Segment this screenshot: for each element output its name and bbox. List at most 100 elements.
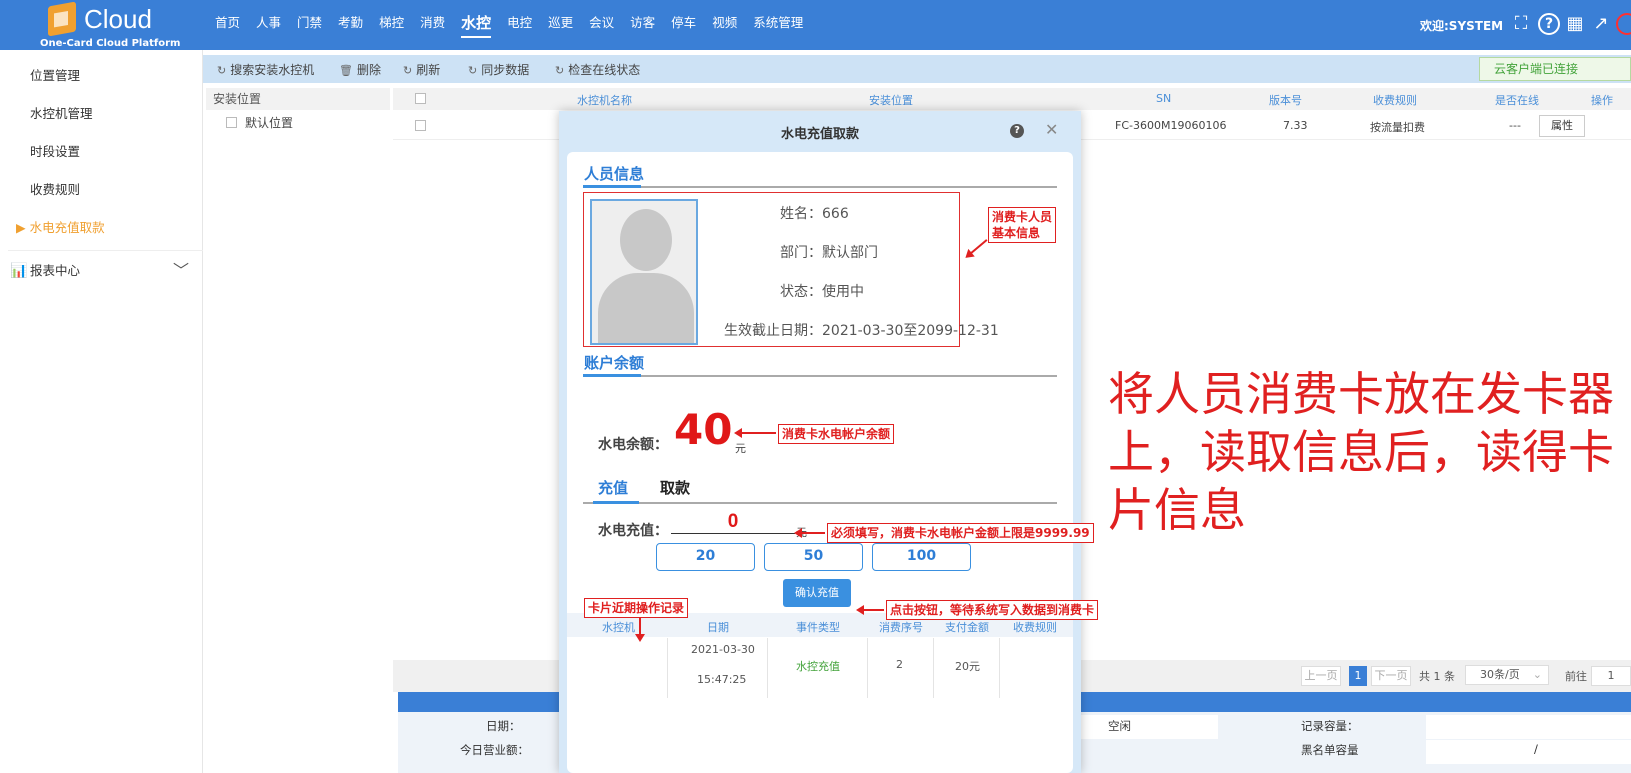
sidebar-item-fee-rules[interactable]: 收费规则 xyxy=(30,179,80,198)
chevron-down-icon: ⌄ xyxy=(1532,668,1542,681)
check-online-button[interactable]: ↻ 检查在线状态 xyxy=(555,61,640,78)
tab-withdraw[interactable]: 取款 xyxy=(660,477,690,498)
tab-recharge[interactable]: 充值 xyxy=(598,477,628,498)
nav-consume[interactable]: 消费 xyxy=(412,0,453,50)
location-tree: 安装位置 默认位置 xyxy=(206,88,390,773)
rec-col-amount: 支付金额 xyxy=(945,621,989,634)
row-checkbox[interactable] xyxy=(415,120,426,131)
person-name: 姓名：666 xyxy=(780,206,849,222)
help-icon[interactable]: ? xyxy=(1010,124,1024,138)
col-online: 是否在线 xyxy=(1495,94,1539,107)
revenue-label: 今日营业额： xyxy=(460,743,529,757)
person-status: 状态：使用中 xyxy=(780,284,864,300)
total-count: 共 1 条 xyxy=(1419,670,1455,683)
quick-amount-50-button[interactable]: 50 xyxy=(764,543,863,571)
logo-subtitle: One-Card Cloud Platform xyxy=(40,38,181,49)
annotation-person-info: 消费卡人员 基本信息 xyxy=(988,207,1057,243)
main-nav: 首页 人事 门禁 考勤 梯控 消费 水控 电控 巡更 会议 访客 停车 视频 系… xyxy=(207,0,811,50)
confirm-recharge-button[interactable]: 确认充值 xyxy=(783,579,851,607)
rec-time: 15:47:25 xyxy=(697,673,747,686)
rec-col-rule: 收费规则 xyxy=(1013,621,1057,634)
nav-system[interactable]: 系统管理 xyxy=(745,0,811,50)
refresh-icon: ↻ xyxy=(555,64,565,77)
cell-online: --- xyxy=(1509,119,1521,132)
nav-home[interactable]: 首页 xyxy=(207,0,248,50)
nav-power[interactable]: 电控 xyxy=(499,0,540,50)
col-name: 水控机名称 xyxy=(577,94,632,107)
help-icon[interactable]: ? xyxy=(1538,13,1560,35)
page-1[interactable]: 1 xyxy=(1349,666,1367,686)
checkbox[interactable] xyxy=(226,117,237,128)
col-version: 版本号 xyxy=(1269,94,1302,107)
nav-door[interactable]: 门禁 xyxy=(289,0,330,50)
search-machine-button[interactable]: ↻ 搜索安装水控机 xyxy=(217,61,314,78)
qrcode-icon[interactable]: ▦ xyxy=(1564,13,1586,35)
nav-patrol[interactable]: 巡更 xyxy=(540,0,581,50)
nav-hr[interactable]: 人事 xyxy=(248,0,289,50)
external-link-icon[interactable]: ↗ xyxy=(1590,13,1612,35)
quick-amount-20-button[interactable]: 20 xyxy=(656,543,755,571)
refresh-icon: ↻ xyxy=(468,64,478,77)
table-header: 水控机名称 安装位置 SN 版本号 收费规则 是否在线 操作 xyxy=(393,88,1631,110)
page-size-select[interactable]: 30条/页 ⌄ xyxy=(1465,665,1549,685)
rec-col-date: 日期 xyxy=(707,621,729,634)
tree-header: 安装位置 xyxy=(206,88,390,110)
refresh-button[interactable]: ↻ 刷新 xyxy=(403,61,440,78)
cell-version: 7.33 xyxy=(1283,119,1308,132)
nav-parking[interactable]: 停车 xyxy=(663,0,704,50)
arrow-down-icon xyxy=(635,618,645,642)
goto-label: 前往 xyxy=(1565,670,1587,683)
sidebar: 位置管理 水控机管理 时段设置 收费规则 ▶ 水电充值取款 📊 报表中心 ﹀ xyxy=(0,50,203,773)
sidebar-item-location[interactable]: 位置管理 xyxy=(30,65,80,84)
next-page-button[interactable]: 下一页 xyxy=(1371,666,1411,686)
logout-icon[interactable] xyxy=(1616,13,1631,35)
balance-value: 40 xyxy=(674,405,733,454)
arrow-icon xyxy=(856,605,884,615)
nav-visitor[interactable]: 访客 xyxy=(622,0,663,50)
nav-meeting[interactable]: 会议 xyxy=(581,0,622,50)
avatar-body-icon xyxy=(598,273,694,343)
avatar xyxy=(590,199,698,345)
sidebar-item-recharge[interactable]: ▶ 水电充值取款 xyxy=(16,217,105,236)
app-logo[interactable]: Cloud One-Card Cloud Platform xyxy=(40,1,180,49)
logo-text: Cloud xyxy=(84,4,152,34)
sidebar-item-reports[interactable]: 📊 报表中心 ﹀ xyxy=(8,250,203,290)
toolbar: ↻ 搜索安装水控机 🗑 删除 ↻ 刷新 ↻ 同步数据 ↻ 检查在线状态 云客户端已连接 xyxy=(203,55,1631,83)
rec-amount: 20元 xyxy=(955,660,980,673)
delete-button[interactable]: 🗑 删除 xyxy=(339,61,381,78)
sidebar-item-time-period[interactable]: 时段设置 xyxy=(30,141,80,160)
goto-input[interactable]: 1 xyxy=(1591,666,1631,686)
nav-elevator[interactable]: 梯控 xyxy=(371,0,412,50)
annotation-amount: 必须填写，消费卡水电帐户金额上限是9999.99 xyxy=(827,523,1094,543)
nav-video[interactable]: 视频 xyxy=(704,0,745,50)
sidebar-item-water-machine[interactable]: 水控机管理 xyxy=(30,103,93,122)
col-location: 安装位置 xyxy=(869,94,913,107)
rec-date: 2021-03-30 xyxy=(691,643,755,656)
select-all-checkbox[interactable] xyxy=(415,93,426,104)
prev-page-button[interactable]: 上一页 xyxy=(1301,666,1341,686)
record-capacity-label: 记录容量： xyxy=(1301,719,1359,733)
cube-logo-icon xyxy=(48,1,76,37)
client-connected-badge: 云客户端已连接 xyxy=(1479,57,1631,81)
close-icon[interactable]: ✕ xyxy=(1045,120,1058,139)
person-valid-date: 生效截止日期：2021-03-30至2099-12-31 xyxy=(724,323,999,339)
fullscreen-icon[interactable]: ⛶ xyxy=(1510,13,1532,35)
arrow-icon xyxy=(794,528,825,538)
quick-amount-100-button[interactable]: 100 xyxy=(872,543,971,571)
blacklist-capacity-label: 黑名单容量 xyxy=(1301,743,1359,757)
col-rule: 收费规则 xyxy=(1373,94,1417,107)
rec-seq: 2 xyxy=(896,658,903,671)
tree-node-default[interactable]: 默认位置 xyxy=(226,114,293,131)
recharge-amount-input[interactable] xyxy=(671,510,795,534)
annotation-balance: 消费卡水电帐户余额 xyxy=(778,424,895,444)
dialog-title: 水电充值取款 xyxy=(780,127,859,142)
table-row: 2021-03-30 15:47:25 水控充值 2 20元 xyxy=(567,638,1073,698)
date-label: 日期： xyxy=(486,719,521,733)
person-info-box: 姓名：666 部门：默认部门 状态：使用中 生效截止日期：2021-03-30至… xyxy=(583,192,999,347)
balance-unit: 元 xyxy=(735,442,746,455)
nav-water[interactable]: 水控 xyxy=(453,0,499,50)
sync-button[interactable]: ↻ 同步数据 xyxy=(468,61,529,78)
nav-attendance[interactable]: 考勤 xyxy=(330,0,371,50)
properties-button[interactable]: 属性 xyxy=(1539,115,1585,137)
refresh-icon: ↻ xyxy=(403,64,413,77)
